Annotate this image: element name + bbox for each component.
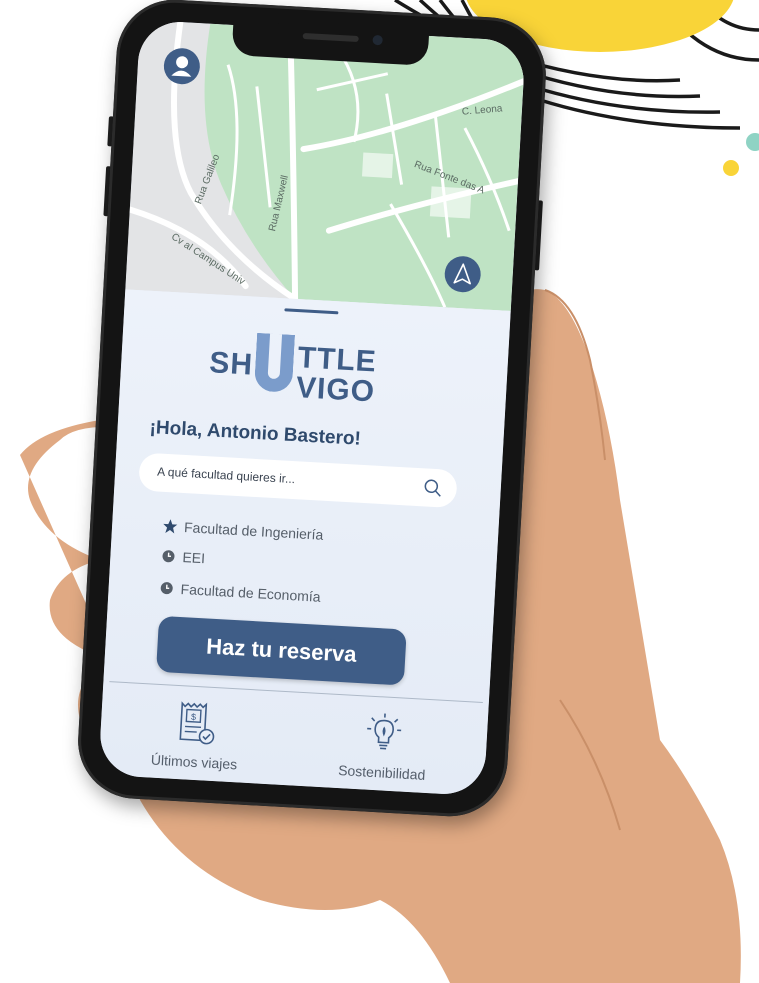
tab-recent-trips-label: Últimos viajes — [150, 751, 238, 773]
destination-search-input[interactable]: A qué facultad quieres ir... — [138, 452, 458, 509]
clock-icon — [162, 550, 175, 563]
logo-text-vigo: VIGO — [295, 371, 376, 409]
book-ride-button[interactable]: Haz tu reserva — [156, 615, 407, 686]
navigate-button[interactable] — [443, 255, 482, 294]
star-icon — [163, 519, 178, 534]
greeting-text: ¡Hola, Antonio Bastero! — [149, 416, 362, 450]
recent-destination-item[interactable]: Facultad de Economía — [158, 580, 321, 605]
recent-destination-item[interactable]: EEI — [160, 548, 205, 566]
phone-speaker — [302, 32, 359, 43]
recent-destination-label: Facultad de Economía — [180, 580, 322, 605]
search-icon[interactable] — [422, 477, 443, 498]
profile-button[interactable] — [162, 47, 201, 86]
clock-icon — [160, 582, 173, 595]
navigation-arrow-icon — [453, 263, 471, 285]
tab-sustainability[interactable]: Sostenibilidad — [316, 701, 450, 792]
app-screen: C. Leona Rua Fonte das A Rua Galileo Rua… — [98, 19, 526, 797]
svg-text:$: $ — [191, 712, 197, 722]
shuttle-vigo-logo: SH TTLE VIGO — [207, 330, 411, 413]
recent-destination-label: EEI — [182, 549, 206, 567]
logo-u-shape — [253, 332, 296, 393]
tab-sustainability-label: Sostenibilidad — [337, 762, 426, 783]
bottom-sheet: SH TTLE VIGO ¡Hola, Antonio Bastero! A q… — [98, 289, 511, 797]
lightbulb-icon — [367, 713, 402, 750]
user-icon — [171, 56, 192, 77]
phone-device: C. Leona Rua Fonte das A Rua Galileo Rua… — [75, 0, 549, 820]
receipt-icon: $ — [179, 701, 215, 745]
tab-recent-trips[interactable]: $ Últimos viajes — [128, 690, 262, 781]
sheet-drag-handle[interactable] — [284, 308, 339, 315]
recent-destination-label: Facultad de Ingeniería — [183, 519, 324, 543]
search-placeholder: A qué facultad quieres ir... — [156, 464, 296, 487]
logo-text-sh: SH — [208, 346, 254, 382]
recent-destination-item[interactable]: Facultad de Ingeniería — [162, 518, 324, 543]
phone-camera — [372, 34, 383, 46]
